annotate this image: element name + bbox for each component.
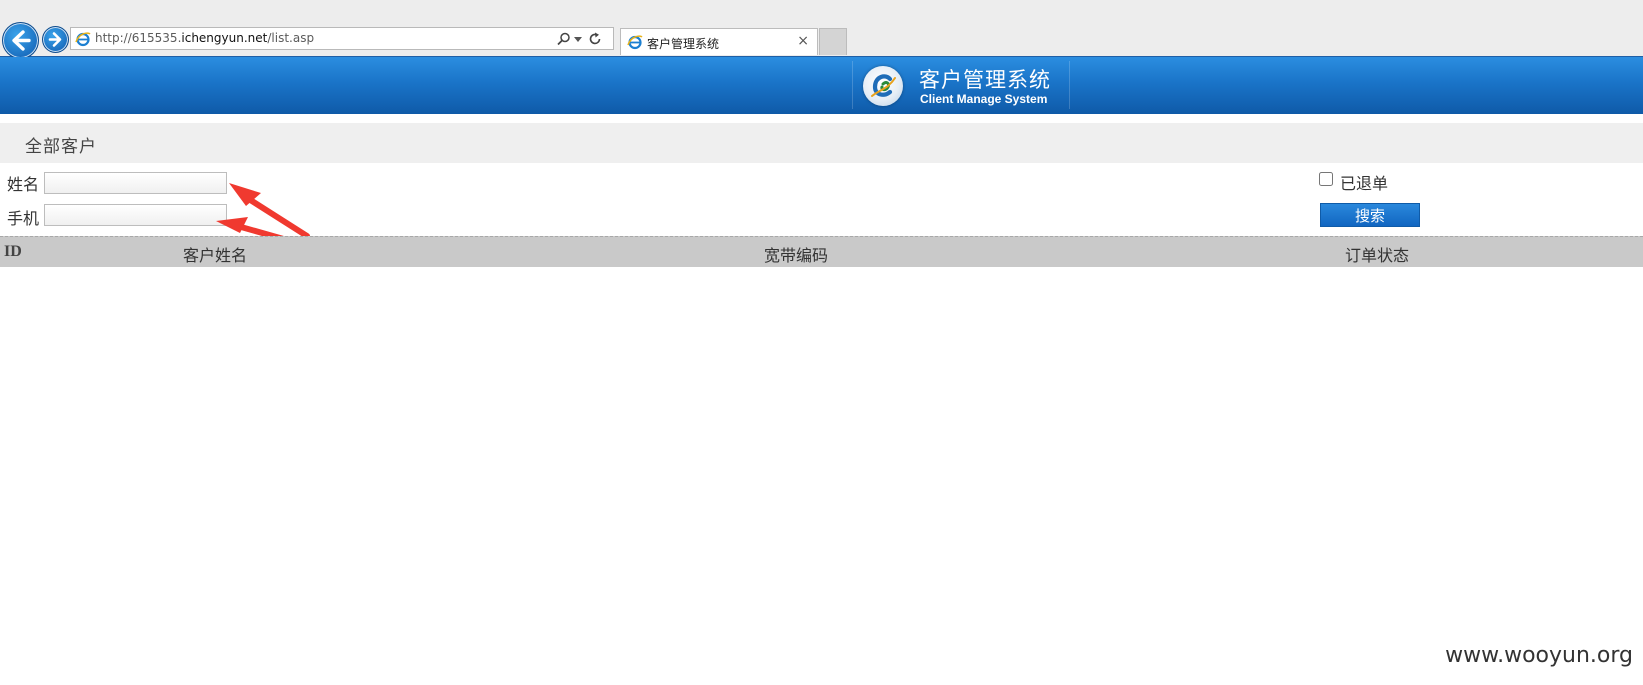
arrow-shaft [241,193,310,239]
app-header: 客户管理系统 Client Manage System [0,57,1643,114]
ie-logo-icon [75,32,91,47]
arrow-annotation-name [229,183,310,239]
table-header: ID 客户姓名 宽带编码 订单状态 [0,236,1643,267]
url-domain: ichengyun.net [181,31,268,45]
watermark: www.wooyun.org [1445,643,1633,668]
refunded-label: 已退单 [1340,174,1389,193]
column-header-customer-name[interactable]: 客户姓名 [183,242,247,266]
arrow-right-icon [48,32,62,47]
name-input[interactable] [44,172,227,194]
logo-panel: 客户管理系统 Client Manage System [852,61,1070,109]
browser-tab-active[interactable]: 客户管理系统 × [620,28,818,55]
column-header-broadband-code[interactable]: 宽带编码 [764,242,828,266]
tab-title: 客户管理系统 [647,37,720,51]
refunded-checkbox[interactable] [1319,172,1333,186]
app-logo-icon [863,66,903,106]
refresh-icon[interactable] [588,32,602,46]
name-label: 姓名 [7,175,40,194]
column-header-id[interactable]: ID [4,243,22,261]
arrow-head [229,183,261,206]
column-header-order-status[interactable]: 订单状态 [1345,242,1409,266]
dropdown-arrow-icon[interactable] [574,35,582,43]
ie-logo-icon [627,35,643,50]
url-prefix: http://615535. [95,31,182,45]
page-heading-bar: 全部客户 [0,123,1643,163]
page-title: 全部客户 [25,137,97,157]
app-subtitle: Client Manage System [920,92,1048,106]
new-tab-button[interactable] [819,28,847,55]
address-tools [557,31,609,47]
close-tab-icon[interactable]: × [797,33,809,49]
phone-input[interactable] [44,204,227,226]
forward-button[interactable] [42,26,69,53]
app-title: 客户管理系统 [919,68,1051,92]
url-path: /list.asp [267,31,315,45]
arrow-left-icon [12,30,31,51]
phone-label: 手机 [7,209,40,228]
search-icon[interactable] [557,32,571,46]
search-button[interactable]: 搜索 [1320,203,1420,227]
address-bar[interactable]: http://615535.ichengyun.net/list.asp [70,27,614,50]
address-url[interactable]: http://615535.ichengyun.net/list.asp [95,31,314,45]
browser-chrome: http://615535.ichengyun.net/list.asp 客户管… [0,0,1643,59]
back-button[interactable] [2,22,39,59]
